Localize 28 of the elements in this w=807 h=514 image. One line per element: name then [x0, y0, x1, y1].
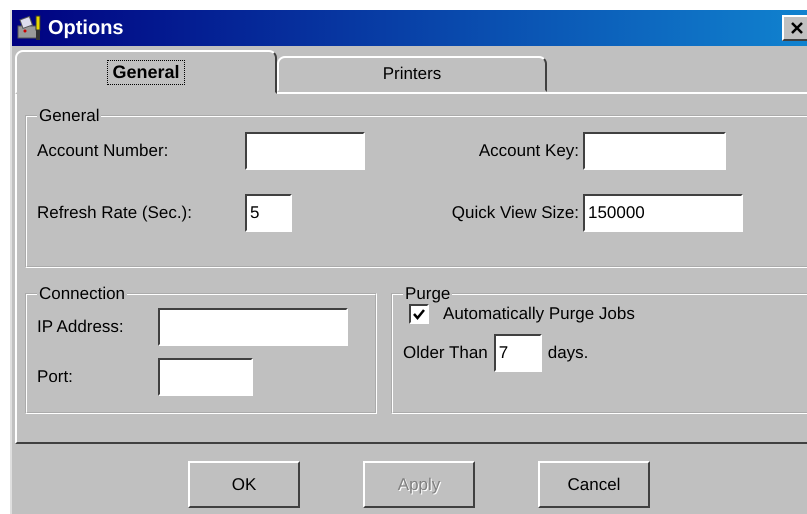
window-title: Options: [48, 16, 125, 40]
field-label: Older Than: [403, 343, 488, 363]
field-label: Port:: [37, 367, 74, 387]
tab[interactable]: Printers: [277, 56, 547, 92]
close-icon: [790, 21, 804, 35]
field-label: Refresh Rate (Sec.):: [37, 203, 193, 223]
input-field[interactable]: [583, 132, 726, 170]
field-label: IP Address:: [37, 317, 125, 337]
unit-label: days.: [548, 343, 588, 363]
dialog-button[interactable]: Cancel: [538, 461, 650, 508]
field-label: Account Number:: [37, 141, 170, 161]
field-label: Quick View Size:: [450, 203, 579, 223]
check-icon: [412, 307, 426, 321]
input-field[interactable]: 150000: [583, 194, 743, 232]
group-title: Purge: [404, 284, 452, 304]
checkbox[interactable]: [409, 304, 429, 324]
group-title: General: [38, 106, 100, 126]
input-field[interactable]: 7: [494, 334, 542, 372]
field-label: Account Key:: [478, 141, 579, 161]
checkbox-label: Automatically Purge Jobs: [443, 304, 635, 324]
close-button[interactable]: [782, 15, 807, 41]
dialog-button[interactable]: OK: [188, 461, 300, 508]
input-field[interactable]: [245, 132, 365, 170]
group-title: Connection: [38, 284, 126, 304]
tab[interactable]: General: [15, 50, 277, 94]
input-field[interactable]: [158, 308, 348, 346]
input-field[interactable]: [158, 358, 253, 396]
input-field[interactable]: 5: [245, 194, 292, 232]
